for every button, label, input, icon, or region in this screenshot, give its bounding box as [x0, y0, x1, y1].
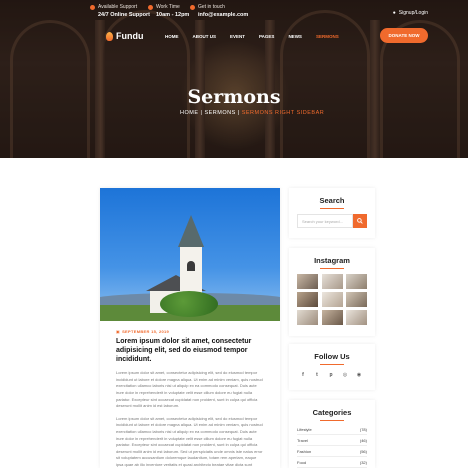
worktime-value: 10am - 12pm: [156, 12, 190, 18]
nav-item-news[interactable]: NEWS: [288, 34, 302, 39]
church-window: [187, 261, 195, 271]
user-icon: ●: [392, 10, 396, 16]
follow-widget: Follow Us f t p ◎ ◉: [289, 344, 375, 390]
worktime-label: Work Time: [156, 4, 180, 10]
post-content: ▣ SEPTEMBER 15, 2019 Lorem ipsum dolor s…: [100, 321, 280, 468]
instagram-photo[interactable]: [297, 292, 318, 307]
email-label: Get in touch: [198, 4, 225, 10]
instagram-photo[interactable]: [346, 310, 367, 325]
instagram-photo[interactable]: [321, 310, 343, 325]
flame-icon: [106, 31, 113, 41]
search-button[interactable]: [353, 214, 367, 228]
hero-overlay: [0, 0, 468, 158]
tree-shape: [160, 291, 218, 317]
category-name: Food: [297, 459, 307, 465]
breadcrumb-current: SERMONS RIGHT SIDEBAR: [241, 110, 325, 116]
support-value: 24/7 Online Support: [98, 12, 150, 18]
church-spire: [178, 215, 204, 247]
instagram-icon[interactable]: ◎: [341, 371, 349, 379]
support-label: Available Support: [98, 4, 138, 10]
email-value[interactable]: info@example.com: [198, 12, 248, 18]
nav-item-pages[interactable]: PAGES: [259, 34, 274, 39]
instagram-widget-title: Instagram: [314, 256, 350, 265]
hero-banner: Available Support 24/7 Online Support Wo…: [0, 0, 468, 158]
nav-item-home[interactable]: HOME: [165, 34, 179, 39]
category-item[interactable]: Travel (46): [297, 435, 367, 446]
twitter-icon[interactable]: t: [313, 371, 321, 379]
title-underline: [320, 420, 344, 421]
instagram-photo[interactable]: [297, 274, 318, 289]
signup-label: Signup/Login: [398, 10, 428, 16]
title-underline: [320, 364, 344, 365]
category-name: Travel: [297, 437, 308, 443]
social-links: f t p ◎ ◉: [299, 371, 363, 379]
category-count: (46): [359, 437, 367, 443]
instagram-photo[interactable]: [297, 310, 318, 325]
breadcrumb-separator: |: [200, 110, 203, 116]
support-icon: [90, 4, 95, 10]
search-form: Search your keyword...: [297, 214, 367, 228]
breadcrumb-separator: |: [237, 110, 240, 116]
main-nav: Fundu HOME ABOUT US EVENT PAGES NEWS SER…: [90, 28, 428, 46]
category-list: Lifestyle (78) Travel (46) Fashion (56) …: [297, 424, 367, 468]
category-count: (78): [359, 426, 367, 432]
category-item[interactable]: Lifestyle (78): [297, 424, 367, 435]
search-widget: Search Search your keyword...: [289, 188, 375, 238]
title-underline: [320, 268, 344, 269]
facebook-icon[interactable]: f: [299, 371, 307, 379]
instagram-widget: Instagram: [289, 248, 375, 336]
support-info: Available Support 24/7 Online Support: [90, 4, 150, 18]
search-icon: [357, 218, 363, 224]
title-underline: [320, 208, 344, 209]
instagram-photo[interactable]: [346, 292, 367, 307]
pinterest-icon[interactable]: p: [327, 371, 335, 379]
calendar-icon: ▣: [116, 329, 121, 334]
donate-button[interactable]: DONATE NOW: [380, 28, 428, 43]
instagram-photo[interactable]: [346, 274, 367, 289]
search-input[interactable]: Search your keyword...: [297, 214, 353, 228]
category-item[interactable]: Fashion (56): [297, 446, 367, 457]
page-title: Sermons: [187, 86, 281, 108]
search-widget-title: Search: [319, 196, 345, 205]
signup-login-link[interactable]: ● Signup/Login: [393, 10, 428, 16]
follow-widget-title: Follow Us: [314, 352, 350, 361]
nav-menu: HOME ABOUT US EVENT PAGES NEWS SERMONS: [165, 34, 339, 39]
categories-widget: Categories Lifestyle (78) Travel (46) Fa…: [289, 400, 375, 468]
category-item[interactable]: Food (32): [297, 457, 367, 468]
dribbble-icon[interactable]: ◉: [355, 371, 363, 379]
clock-icon: [148, 4, 153, 10]
instagram-photo[interactable]: [321, 274, 343, 289]
categories-widget-title: Categories: [312, 408, 352, 417]
instagram-grid: [297, 274, 367, 325]
category-count: (56): [359, 448, 367, 454]
post-paragraph: Lorem ipsum dolor sit amet, consectetur …: [116, 370, 263, 409]
nav-item-about[interactable]: ABOUT US: [193, 34, 217, 39]
site-logo[interactable]: Fundu: [106, 31, 144, 41]
nav-item-sermons[interactable]: SERMONS: [316, 34, 339, 39]
nav-item-event[interactable]: EVENT: [230, 34, 245, 39]
sermon-post-card: ▣ SEPTEMBER 15, 2019 Lorem ipsum dolor s…: [100, 188, 280, 468]
mail-icon: [190, 4, 195, 10]
category-name: Lifestyle: [297, 426, 312, 432]
logo-text: Fundu: [116, 31, 144, 41]
breadcrumb: HOME | SERMONS | SERMONS RIGHT SIDEBAR: [180, 110, 324, 116]
email-info: Get in touch info@example.com: [190, 4, 248, 18]
top-info-bar: Available Support 24/7 Online Support Wo…: [90, 4, 428, 22]
worktime-info: Work Time 10am - 12pm: [148, 4, 189, 18]
category-count: (32): [359, 459, 367, 465]
post-image[interactable]: [100, 188, 280, 321]
instagram-photo[interactable]: [321, 292, 343, 307]
post-paragraph: Lorem ipsum dolor sit amet, consectetur …: [116, 415, 263, 467]
post-title[interactable]: Lorem ipsum dolor sit amet, consectetur …: [116, 338, 264, 364]
breadcrumb-sermons[interactable]: SERMONS: [204, 110, 235, 116]
breadcrumb-home[interactable]: HOME: [180, 110, 199, 116]
category-name: Fashion: [297, 448, 312, 454]
post-date-text: SEPTEMBER 15, 2019: [122, 329, 170, 334]
post-date: ▣ SEPTEMBER 15, 2019: [116, 329, 264, 334]
